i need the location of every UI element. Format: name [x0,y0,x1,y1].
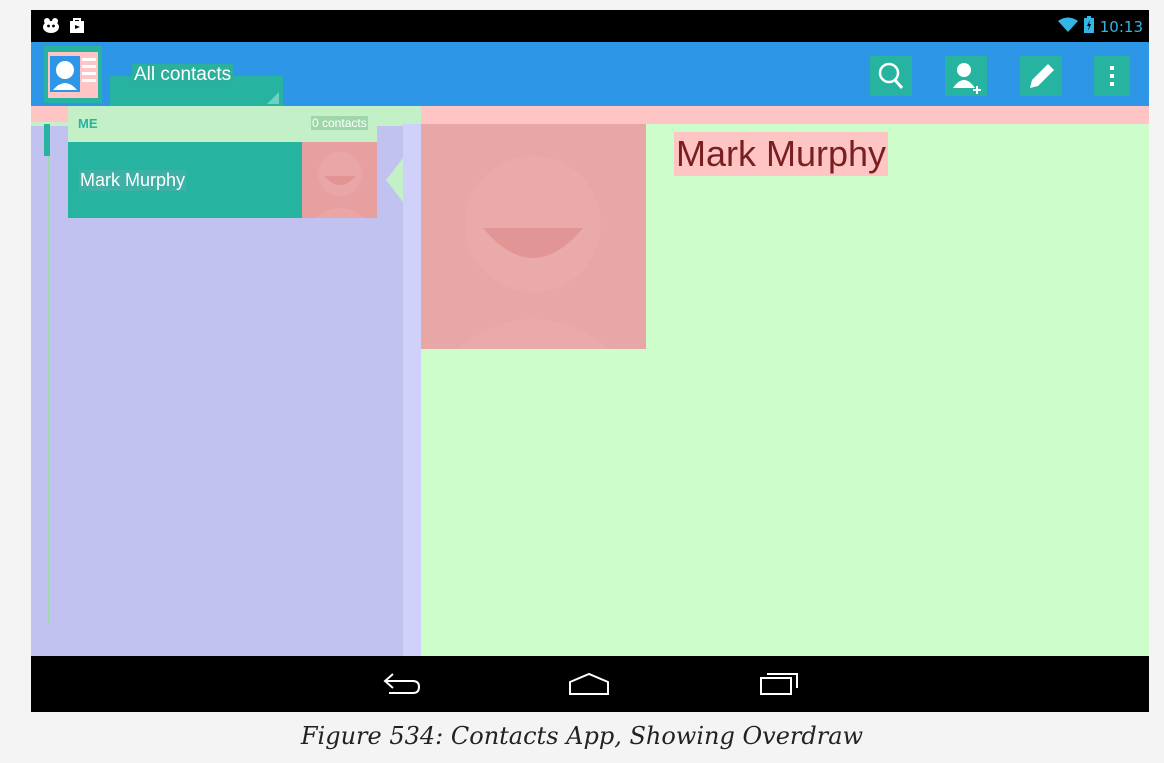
status-bar: 10:13 [31,10,1149,42]
detail-photo[interactable] [421,124,646,349]
fast-scroll-thumb[interactable] [44,124,50,156]
recents-icon [760,673,798,695]
navigation-bar [31,656,1149,712]
spinner-arrow-icon [267,92,279,104]
contact-list-pane: ME 0 contacts Mark Murphy [31,106,403,656]
figure-caption: Figure 534: Contacts App, Showing Overdr… [300,722,864,750]
android-debug-icon [41,17,61,38]
avatar-icon [456,156,610,349]
battery-icon [1083,16,1094,37]
back-button[interactable] [379,670,423,702]
pane-divider [403,106,421,656]
selection-pointer [386,158,403,202]
add-contact-icon [953,63,981,94]
search-button[interactable] [870,56,912,96]
edit-button[interactable] [1020,56,1062,96]
recents-button[interactable] [757,668,801,702]
device-screen: 10:13 All contacts ME 0 contacts Mark Mu… [31,10,1149,712]
home-button[interactable] [566,670,612,702]
section-count: 0 contacts [311,116,368,130]
section-header-label: ME [78,116,98,131]
list-item-photo [302,142,377,218]
home-icon [569,672,609,695]
overflow-menu-button[interactable] [1094,56,1130,96]
list-item-name[interactable]: Mark Murphy [79,170,187,191]
wifi-icon [1057,17,1078,37]
edit-icon [1030,64,1054,88]
clock: 10:13 [1099,17,1143,36]
fast-scroll-track[interactable] [48,124,49,624]
spinner-label[interactable]: All contacts [132,64,234,86]
add-contact-button[interactable] [945,56,987,96]
back-icon [383,673,421,694]
contacts-app-icon[interactable] [44,46,102,103]
search-icon [878,62,904,89]
shop-bag-icon [69,17,85,38]
avatar-icon [316,152,364,218]
detail-contact-name: Mark Murphy [674,132,889,176]
action-bar: All contacts [31,42,1149,106]
contact-detail-pane: Mark Murphy [421,106,1149,656]
overflow-menu-icon [1110,66,1114,86]
